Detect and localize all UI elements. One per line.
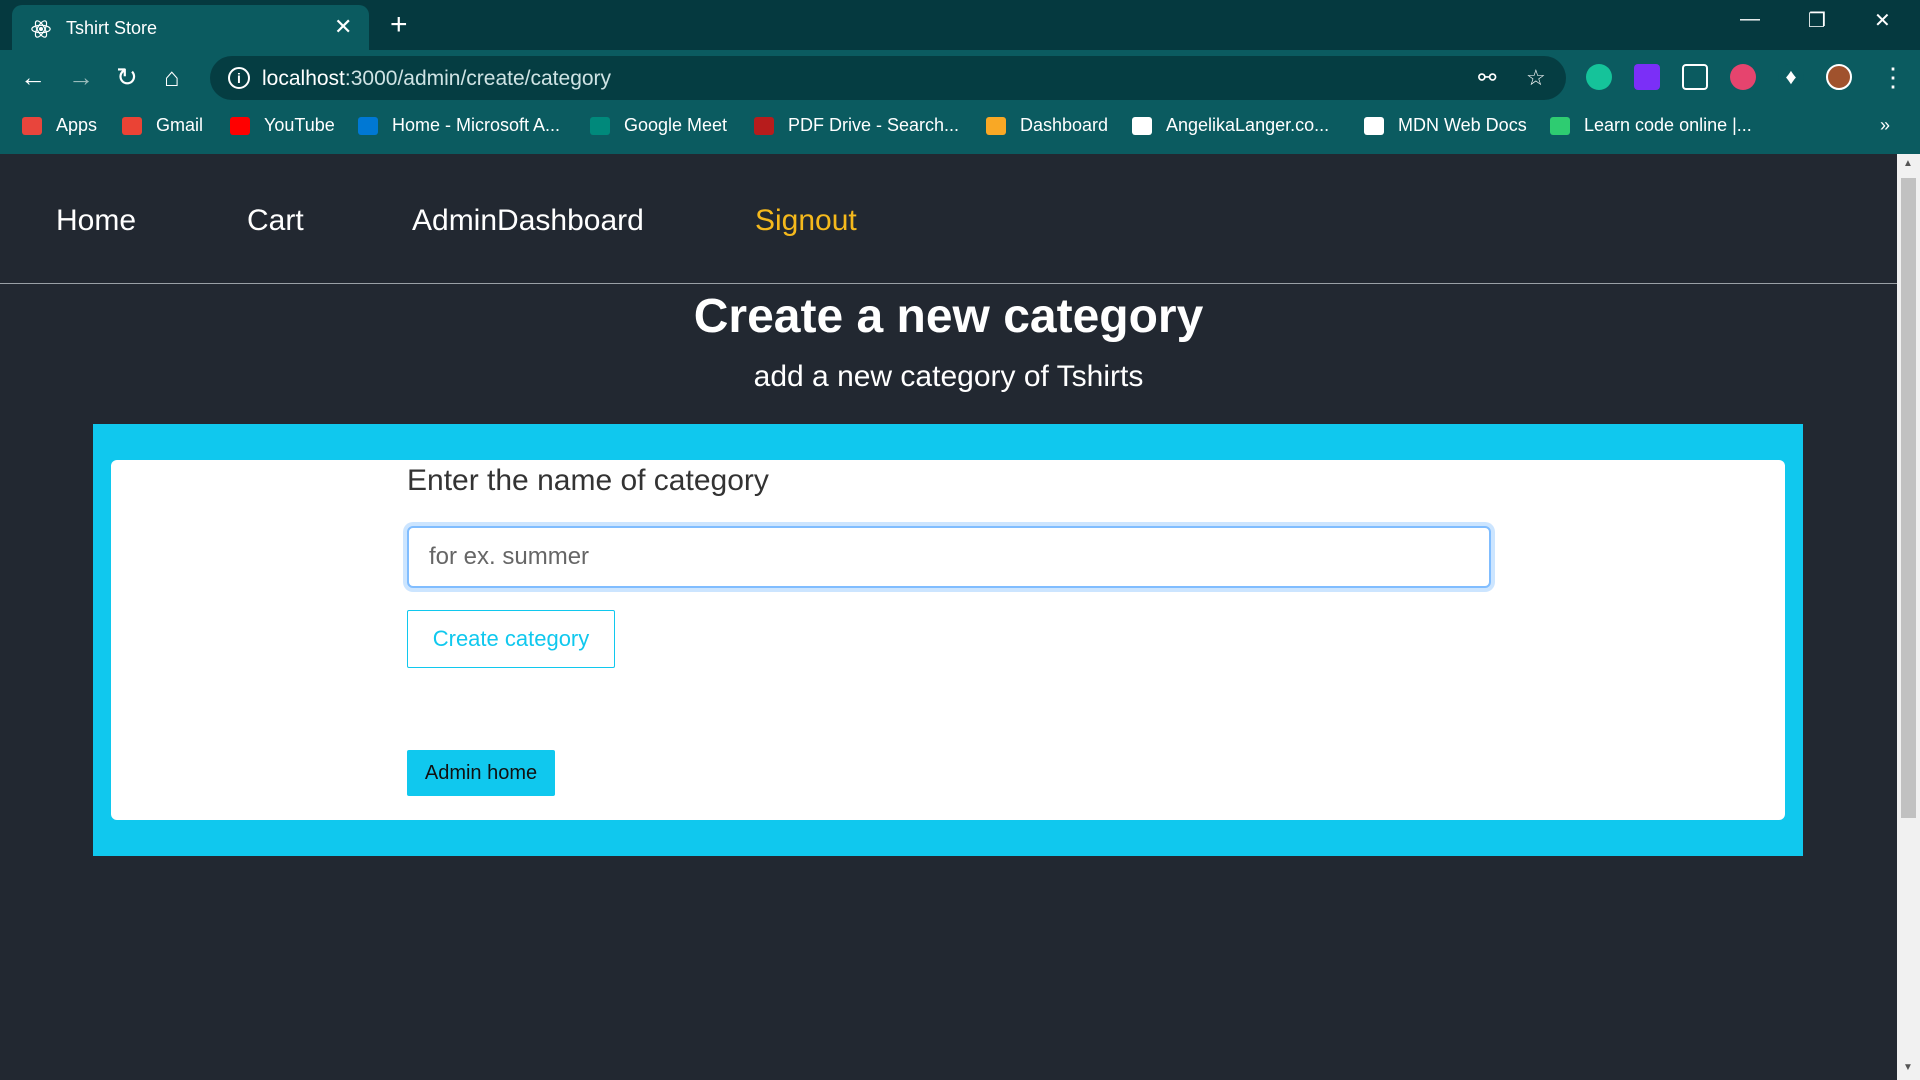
url-text[interactable]: localhost:3000/admin/create/category (262, 67, 611, 91)
grammarly-icon[interactable] (1586, 64, 1612, 90)
avatar[interactable] (1826, 64, 1852, 90)
bookmark-dashboard[interactable]: Dashboard (986, 115, 1108, 136)
back-icon[interactable]: ← (20, 62, 46, 92)
bookmark-gmail[interactable]: Gmail (122, 115, 203, 136)
dashboard-icon (986, 116, 1006, 135)
close-window-icon[interactable]: ✕ (1874, 8, 1891, 33)
bookmark-pdf-drive[interactable]: PDF Drive - Search... (754, 115, 959, 136)
page-title: Create a new category (693, 290, 1204, 343)
bookmark-youtube[interactable]: YouTube (230, 115, 335, 136)
nav-signout[interactable]: Signout (755, 204, 857, 238)
address-bar[interactable]: i localhost:3000/admin/create/category ⚯… (210, 56, 1566, 100)
new-tab-button[interactable]: + (390, 8, 408, 42)
react-icon (31, 20, 51, 38)
pdf-drive-icon (754, 116, 774, 135)
puzzle-icon[interactable]: ♦ (1778, 64, 1804, 90)
bookmark-google-meet[interactable]: Google Meet (590, 115, 727, 136)
nav-admin-dashboard[interactable]: AdminDashboard (412, 204, 644, 238)
tab-title: Tshirt Store (66, 18, 158, 38)
azure-icon (358, 116, 378, 135)
gmail-icon (122, 116, 142, 135)
admin-home-button[interactable]: Admin home (407, 750, 555, 796)
meet-icon (590, 116, 610, 135)
page-content: Home Cart AdminDashboard Signout Create … (0, 154, 1897, 1080)
bookmarks-bar: Apps Gmail YouTube Home - Microsoft A...… (0, 106, 1920, 144)
nav-cart[interactable]: Cart (247, 204, 304, 238)
forward-icon[interactable]: → (68, 62, 94, 92)
create-category-button[interactable]: Create category (407, 610, 615, 668)
shield-icon[interactable] (1682, 64, 1708, 90)
al-icon (1132, 116, 1152, 135)
nav-home[interactable]: Home (56, 204, 136, 238)
tab-close-icon[interactable]: ✕ (334, 14, 352, 40)
restore-icon[interactable]: ❐ (1808, 8, 1826, 33)
bookmark-apps[interactable]: Apps (22, 115, 97, 136)
moon-icon[interactable] (1730, 64, 1756, 90)
star-icon[interactable]: ☆ (1526, 65, 1546, 91)
browser-tabstrip: Tshirt Store ✕ + — ❐ ✕ (0, 0, 1920, 51)
code-icon (1550, 116, 1570, 135)
browser-tab[interactable]: Tshirt Store ✕ (12, 5, 369, 51)
bookmark-learn-code[interactable]: Learn code online |... (1550, 115, 1752, 136)
apps-icon (22, 116, 42, 135)
youtube-icon (230, 116, 250, 135)
category-name-label: Enter the name of category (407, 464, 769, 497)
form-container: Enter the name of category Create catego… (93, 424, 1803, 856)
site-info-icon[interactable]: i (228, 67, 250, 89)
scroll-down-icon[interactable]: ▼ (1903, 1062, 1913, 1073)
site-navbar: Home Cart AdminDashboard Signout (0, 154, 1897, 284)
mdn-icon (1364, 116, 1384, 135)
bookmarks-more[interactable]: » (1880, 115, 1890, 136)
extension-icon[interactable] (1634, 64, 1660, 90)
page-description: add a new category of Tshirts (753, 360, 1144, 393)
form-card: Enter the name of category Create catego… (111, 460, 1785, 820)
scroll-up-icon[interactable]: ▲ (1903, 158, 1913, 169)
bookmark-mdn[interactable]: MDN Web Docs (1364, 115, 1527, 136)
category-name-input[interactable] (407, 526, 1491, 588)
bookmark-microsoft[interactable]: Home - Microsoft A... (358, 115, 560, 136)
key-icon[interactable]: ⚯ (1478, 65, 1496, 91)
page-scrollbar[interactable]: ▲ ▼ (1897, 154, 1920, 1080)
reload-icon[interactable]: ↻ (116, 62, 138, 92)
bookmark-angelikalanger[interactable]: AngelikaLanger.co... (1132, 115, 1329, 136)
home-icon[interactable]: ⌂ (164, 62, 180, 92)
scroll-thumb[interactable] (1901, 178, 1916, 818)
menu-icon[interactable]: ⋮ (1880, 62, 1906, 92)
minimize-icon[interactable]: — (1740, 8, 1760, 31)
